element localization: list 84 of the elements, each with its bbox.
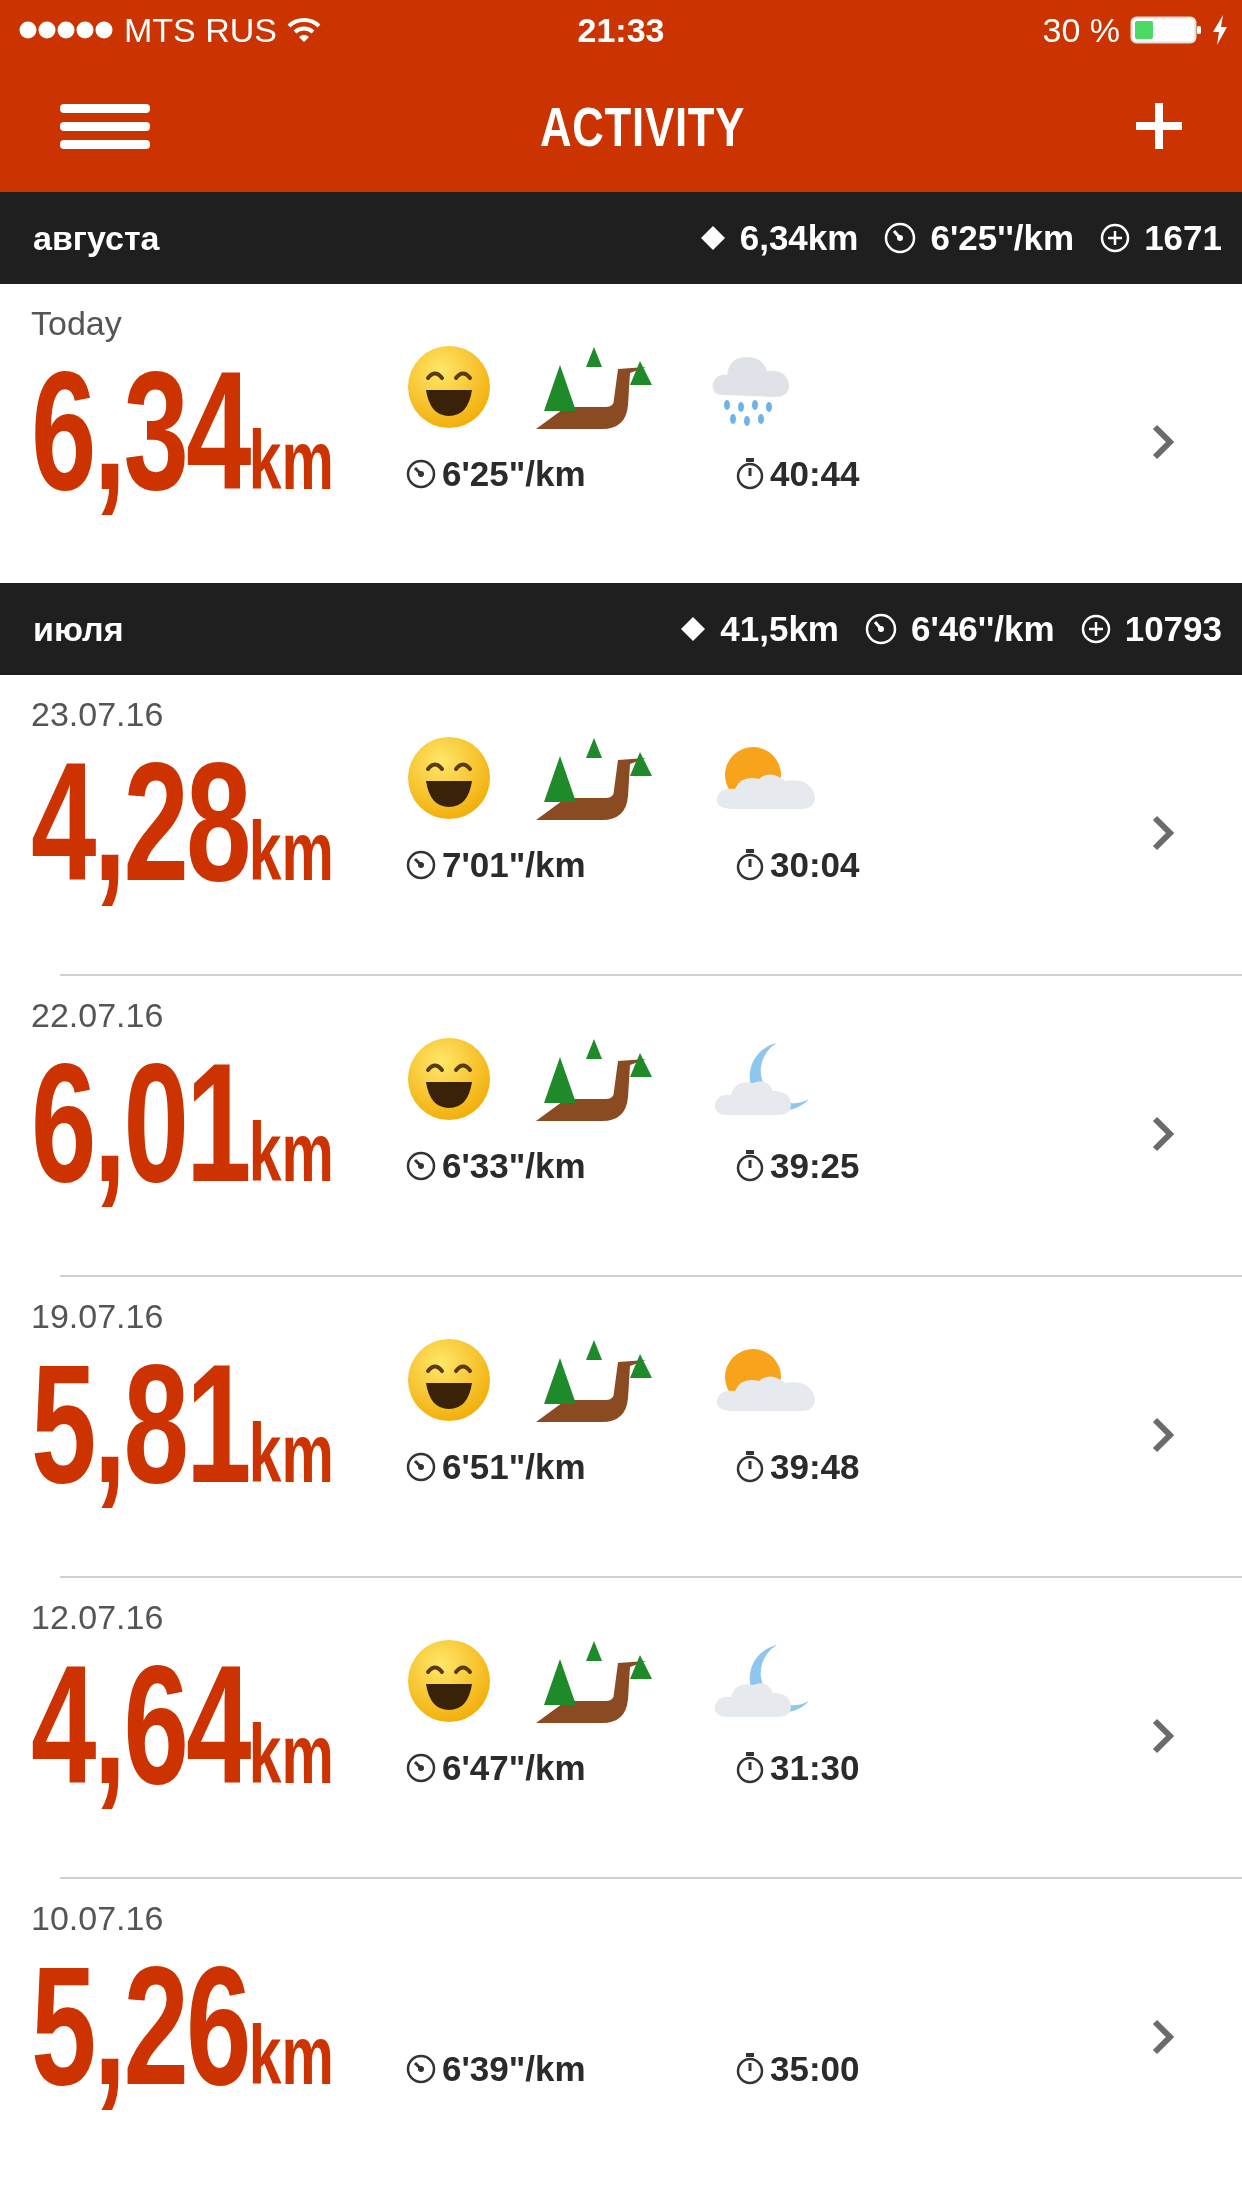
stopwatch-icon xyxy=(736,1451,764,1483)
diamond-icon xyxy=(680,616,707,642)
distance-unit: km xyxy=(248,1110,334,1194)
forest-trail-icon xyxy=(536,1037,654,1121)
speedometer-icon xyxy=(865,613,897,645)
plus-circle-icon xyxy=(1100,223,1131,253)
total-calories: 10793 xyxy=(1124,609,1222,649)
stopwatch-icon xyxy=(736,1752,764,1784)
forest-trail-icon xyxy=(536,345,654,429)
smiley-icon xyxy=(406,1337,492,1423)
run-pace: 7'01"/km xyxy=(442,845,586,885)
smiley-icon xyxy=(406,344,492,430)
total-distance: 6,34km xyxy=(739,218,859,258)
chevron-icon xyxy=(1152,815,1174,851)
speedometer-icon xyxy=(406,1452,436,1482)
run-duration: 35:00 xyxy=(770,2049,860,2089)
month-name: августа xyxy=(33,218,160,258)
distance-value: 5,81 xyxy=(31,1340,249,1508)
distance-value: 4,64 xyxy=(31,1641,249,1809)
chevron-icon xyxy=(1152,2019,1174,2055)
battery-icon xyxy=(1130,16,1202,44)
total-distance: 41,5km xyxy=(720,609,839,649)
chevron-icon xyxy=(1152,1116,1174,1152)
run-date: 22.07.16 xyxy=(31,996,165,1035)
average-pace: 6'46''/km xyxy=(911,609,1055,649)
speedometer-icon xyxy=(884,222,917,254)
screen-title: ACTIVITY xyxy=(540,93,746,159)
month-name: июля xyxy=(33,609,124,649)
add-button[interactable] xyxy=(1136,103,1182,149)
stopwatch-icon xyxy=(736,1150,764,1182)
plus-circle-icon xyxy=(1080,614,1111,644)
chevron-icon xyxy=(1152,1417,1174,1453)
run-pace: 6'25"/km xyxy=(442,454,586,494)
speedometer-icon xyxy=(406,850,436,880)
run-date: 10.07.16 xyxy=(31,1899,165,1938)
run-date: 23.07.16 xyxy=(31,695,165,734)
smiley-icon xyxy=(406,735,492,821)
average-pace: 6'25''/km xyxy=(930,218,1075,258)
run-duration: 39:48 xyxy=(770,1447,860,1487)
speedometer-icon xyxy=(406,459,436,489)
distance-unit: km xyxy=(248,2013,334,2097)
stopwatch-icon xyxy=(736,458,764,490)
menu-button[interactable] xyxy=(60,102,150,150)
chevron-icon xyxy=(1152,424,1174,460)
forest-trail-icon xyxy=(536,1338,654,1422)
wifi-icon xyxy=(287,17,321,43)
run-duration: 30:04 xyxy=(770,845,860,885)
run-duration: 39:25 xyxy=(770,1146,860,1186)
distance-value: 6,01 xyxy=(31,1039,249,1207)
run-date: Today xyxy=(31,304,123,343)
distance-value: 6,34 xyxy=(31,347,249,515)
forest-trail-icon xyxy=(536,1639,654,1723)
run-pace: 6'33"/km xyxy=(442,1146,586,1186)
total-calories: 1671 xyxy=(1144,218,1222,258)
run-pace: 6'47"/km xyxy=(442,1748,586,1788)
distance-value: 4,28 xyxy=(31,738,249,906)
speedometer-icon xyxy=(406,1151,436,1181)
run-row[interactable]: 22.07.16 6,01km 6'33"/km 39:25 xyxy=(0,976,1242,1275)
status-time: 21:33 xyxy=(577,10,665,50)
run-duration: 31:30 xyxy=(770,1748,860,1788)
carrier-name: MTS RUS xyxy=(124,10,277,50)
diamond-icon xyxy=(699,225,726,251)
signal-icon xyxy=(18,20,114,40)
charging-icon xyxy=(1212,15,1228,45)
speedometer-icon xyxy=(406,2054,436,2084)
smiley-icon xyxy=(406,1638,492,1724)
run-pace: 6'39"/km xyxy=(442,2049,586,2089)
stopwatch-icon xyxy=(736,2053,764,2085)
chevron-icon xyxy=(1152,1718,1174,1754)
run-row[interactable]: 10.07.16 5,26km 6'39"/km 35:00 xyxy=(0,1879,1242,2178)
distance-unit: km xyxy=(248,809,334,893)
run-date: 12.07.16 xyxy=(31,1598,165,1637)
distance-unit: km xyxy=(248,1411,334,1495)
smiley-icon xyxy=(406,1036,492,1122)
run-row[interactable]: 19.07.16 5,81km 6'51"/km 39:48 xyxy=(0,1277,1242,1576)
distance-value: 5,26 xyxy=(31,1942,249,2110)
speedometer-icon xyxy=(406,1753,436,1783)
run-pace: 6'51"/km xyxy=(442,1447,586,1487)
forest-trail-icon xyxy=(536,736,654,820)
run-duration: 40:44 xyxy=(770,454,860,494)
battery-percent: 30 % xyxy=(1042,10,1120,50)
run-row[interactable]: 23.07.16 4,28km 7'01"/km 30:04 xyxy=(0,675,1242,974)
stopwatch-icon xyxy=(736,849,764,881)
run-date: 19.07.16 xyxy=(31,1297,165,1336)
